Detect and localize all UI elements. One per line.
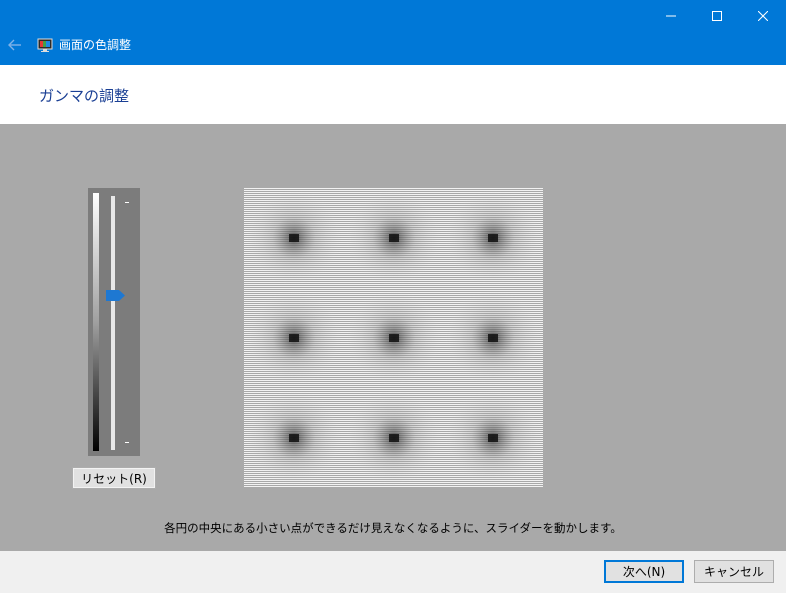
back-arrow-icon[interactable] [6,36,24,54]
gamma-gradient-bar [93,193,99,451]
minimize-button[interactable] [648,0,694,32]
footer-bar: 次へ(N) キャンセル [0,551,786,593]
gamma-circle [344,188,444,288]
gamma-circle [443,188,543,288]
gamma-circle [244,188,344,288]
gamma-slider-track[interactable] [111,196,115,450]
instruction-text: 各円の中央にある小さい点ができるだけ見えなくなるように、スライダーを動かします。 [164,521,622,535]
gamma-slider-panel [88,188,140,456]
maximize-icon [712,11,722,21]
gamma-circle [443,288,543,388]
slider-tick-bottom [125,442,129,443]
slider-thumb-icon[interactable] [106,290,125,301]
gamma-circle [443,388,543,488]
slider-tick-top [125,202,129,203]
gamma-circle [344,388,444,488]
page-header: ガンマの調整 [0,65,786,124]
gamma-test-pattern [244,188,543,488]
display-color-icon [37,38,53,52]
close-icon [758,11,768,21]
content-area: リセット(R) 各円の中央にある小さい点ができるだけ見えなくなるように、スライダ… [0,124,786,551]
minimize-icon [666,15,676,17]
maximize-button[interactable] [694,0,740,32]
close-button[interactable] [740,0,786,32]
gamma-circle [244,388,344,488]
next-button[interactable]: 次へ(N) [604,560,684,583]
gamma-circle [244,288,344,388]
cancel-button[interactable]: キャンセル [694,560,774,583]
page-title: ガンマの調整 [39,87,130,105]
window-title: 画面の色調整 [59,38,132,52]
reset-button[interactable]: リセット(R) [72,467,156,489]
title-bar: 画面の色調整 [0,0,786,65]
gamma-circle [344,288,444,388]
